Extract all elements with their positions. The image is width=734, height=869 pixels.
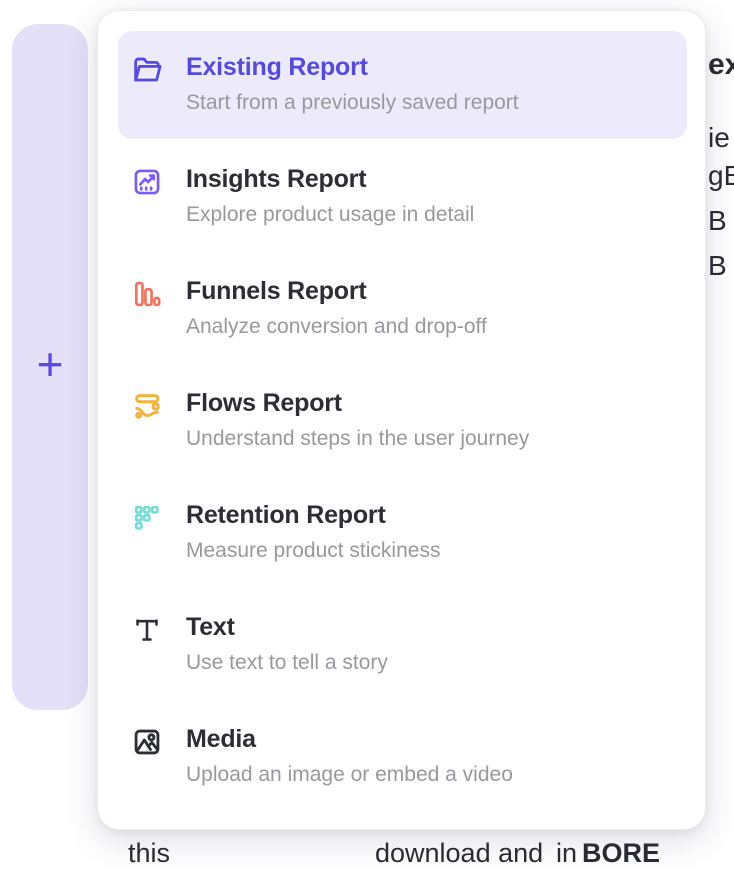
insights-chart-icon	[131, 166, 163, 198]
menu-item-title: Existing Report	[186, 53, 519, 81]
folder-open-icon	[131, 54, 163, 86]
menu-item-existing-report[interactable]: Existing Report Start from a previously …	[118, 31, 687, 139]
flows-icon	[131, 390, 163, 422]
menu-item-retention-report[interactable]: Retention Report Measure product stickin…	[118, 479, 687, 587]
menu-item-funnels-report[interactable]: Funnels Report Analyze conversion and dr…	[118, 255, 687, 363]
menu-item-subtitle: Use text to tell a story	[186, 651, 388, 675]
bg-text-fragment: gB	[708, 160, 734, 192]
menu-item-title: Flows Report	[186, 389, 529, 417]
menu-item-media[interactable]: Media Upload an image or embed a video	[118, 703, 687, 811]
menu-item-title: Media	[186, 725, 513, 753]
bg-text-fragment: this	[128, 838, 170, 869]
bg-text-fragment: ie	[708, 122, 730, 154]
menu-item-title: Retention Report	[186, 501, 440, 529]
menu-item-text[interactable]: Text Use text to tell a story	[118, 591, 687, 699]
text-icon	[131, 614, 163, 646]
menu-item-subtitle: Explore product usage in detail	[186, 203, 474, 227]
bg-text-fragment: in	[556, 838, 577, 869]
menu-item-flows-report[interactable]: Flows Report Understand steps in the use…	[118, 367, 687, 475]
menu-item-title: Insights Report	[186, 165, 474, 193]
menu-item-subtitle: Start from a previously saved report	[186, 91, 519, 115]
menu-item-insights-report[interactable]: Insights Report Explore product usage in…	[118, 143, 687, 251]
retention-grid-icon	[131, 502, 163, 534]
menu-item-title: Text	[186, 613, 388, 641]
bg-text-fragment: ex	[708, 48, 734, 82]
menu-item-subtitle: Understand steps in the user journey	[186, 427, 529, 451]
menu-item-title: Funnels Report	[186, 277, 487, 305]
board-column: +	[12, 24, 88, 710]
bg-text-fragment: B	[708, 205, 727, 237]
bg-text-fragment: B	[708, 250, 727, 282]
bg-text-fragment: BORE	[582, 838, 660, 869]
menu-item-subtitle: Upload an image or embed a video	[186, 763, 513, 787]
bg-text-fragment: download and	[375, 838, 543, 869]
menu-item-subtitle: Analyze conversion and drop-off	[186, 315, 487, 339]
menu-item-subtitle: Measure product stickiness	[186, 539, 440, 563]
add-report-menu: Existing Report Start from a previously …	[97, 10, 706, 830]
media-image-icon	[131, 726, 163, 758]
add-button[interactable]: +	[12, 334, 88, 394]
bg-bottom-text-line: this download and in BORE	[0, 838, 734, 848]
funnel-bars-icon	[131, 278, 163, 310]
